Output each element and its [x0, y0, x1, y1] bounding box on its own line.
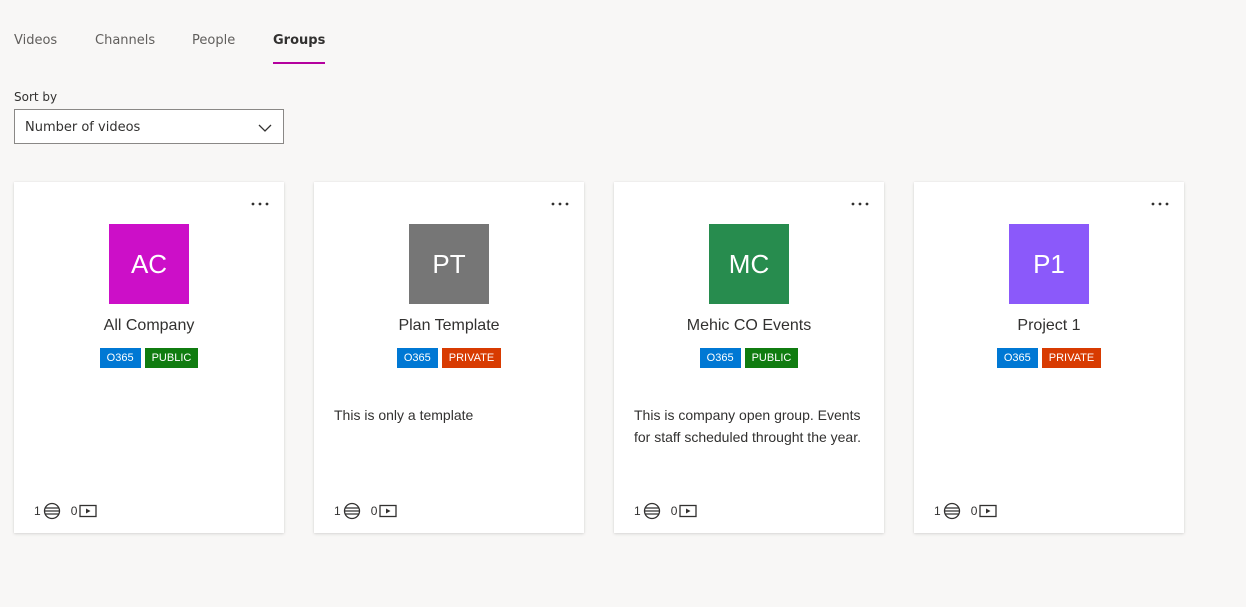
tab-videos[interactable]: Videos: [14, 33, 57, 65]
group-avatar[interactable]: P1: [1009, 224, 1089, 304]
members-icon: [643, 502, 660, 520]
group-avatar[interactable]: AC: [109, 224, 189, 304]
video-icon: [679, 504, 698, 518]
group-name[interactable]: Mehic CO Events: [614, 317, 884, 335]
visibility-badge: PRIVATE: [441, 348, 502, 368]
member-count: 1: [34, 504, 41, 518]
more-options-icon[interactable]: [848, 196, 872, 212]
group-card[interactable]: P1 Project 1 O365 PRIVATE 1 0: [914, 182, 1184, 533]
group-badges: O365 PUBLIC: [14, 348, 284, 368]
chevron-down-icon: [258, 124, 272, 132]
o365-badge: O365: [396, 348, 438, 368]
group-badges: O365 PRIVATE: [314, 348, 584, 368]
member-count: 1: [334, 504, 341, 518]
active-tab-indicator: [273, 62, 326, 64]
video-count: 0: [970, 504, 978, 518]
group-avatar[interactable]: PT: [409, 224, 489, 304]
visibility-badge: PRIVATE: [1041, 348, 1102, 368]
group-name[interactable]: Project 1: [914, 317, 1184, 335]
group-name[interactable]: All Company: [14, 317, 284, 335]
video-icon: [379, 504, 398, 518]
sort-by-dropdown[interactable]: Number of videos: [14, 109, 284, 144]
sort-by-label: Sort by: [14, 90, 58, 104]
members-icon: [43, 502, 60, 520]
tab-channels[interactable]: Channels: [95, 33, 155, 65]
more-options-icon[interactable]: [1148, 196, 1172, 212]
video-count: 0: [70, 504, 78, 518]
group-stats: 1 0: [34, 502, 98, 520]
sort-by-value: Number of videos: [25, 120, 141, 135]
group-card[interactable]: MC Mehic CO Events O365 PUBLIC This is c…: [614, 182, 884, 533]
group-name[interactable]: Plan Template: [314, 317, 584, 335]
group-description: This is company open group. Events for s…: [634, 407, 862, 445]
more-options-icon[interactable]: [248, 196, 272, 212]
member-count: 1: [934, 504, 941, 518]
tab-groups[interactable]: Groups: [273, 33, 326, 65]
group-card[interactable]: AC All Company O365 PUBLIC 1 0: [14, 182, 284, 533]
more-options-icon[interactable]: [548, 196, 572, 212]
tab-groups-label: Groups: [273, 33, 326, 48]
group-badges: O365 PUBLIC: [614, 348, 884, 368]
group-avatar[interactable]: MC: [709, 224, 789, 304]
group-card[interactable]: PT Plan Template O365 PRIVATE This is on…: [314, 182, 584, 533]
o365-badge: O365: [996, 348, 1038, 368]
group-badges: O365 PRIVATE: [914, 348, 1184, 368]
group-stats: 1 0: [934, 502, 998, 520]
o365-badge: O365: [99, 348, 141, 368]
group-stats: 1 0: [634, 502, 698, 520]
video-icon: [979, 504, 998, 518]
members-icon: [943, 502, 960, 520]
member-count: 1: [634, 504, 641, 518]
o365-badge: O365: [699, 348, 741, 368]
video-count: 0: [670, 504, 678, 518]
members-icon: [343, 502, 360, 520]
group-stats: 1 0: [334, 502, 398, 520]
video-icon: [79, 504, 98, 518]
visibility-badge: PUBLIC: [744, 348, 799, 368]
visibility-badge: PUBLIC: [144, 348, 199, 368]
video-count: 0: [370, 504, 378, 518]
tab-people[interactable]: People: [192, 33, 235, 65]
group-description: This is only a template: [334, 407, 474, 423]
